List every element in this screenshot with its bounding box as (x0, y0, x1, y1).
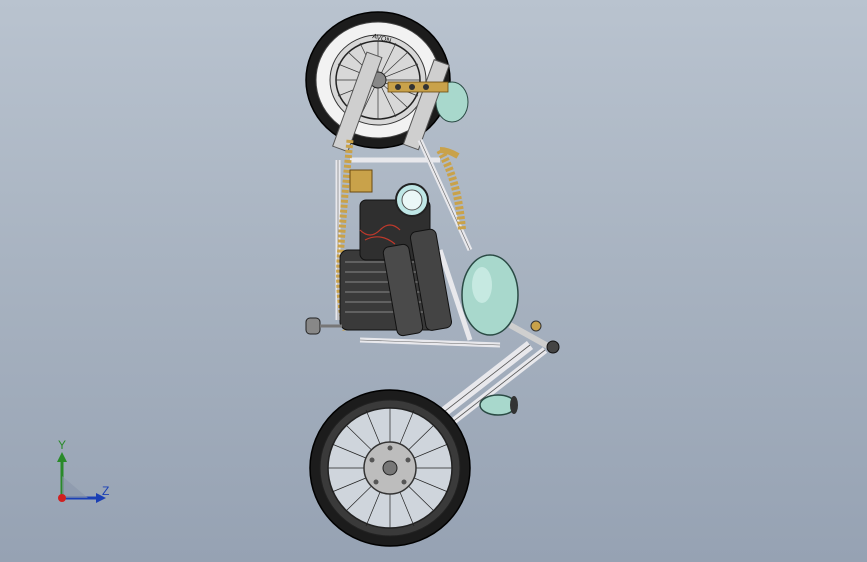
handlebar[interactable] (508, 320, 560, 354)
motorcycle-model[interactable]: AVON (0, 0, 867, 562)
footpeg[interactable] (305, 317, 342, 335)
coordinate-triad-icon: Y Z (44, 436, 124, 516)
headlight[interactable] (479, 394, 518, 416)
fuel-tank[interactable] (461, 254, 519, 336)
speedometer-gauge[interactable] (395, 183, 429, 217)
y-axis-label: Y (58, 438, 67, 452)
z-axis-label: Z (102, 484, 110, 498)
battery-box[interactable] (349, 169, 373, 193)
engine-block[interactable] (339, 199, 453, 337)
graphics-viewport[interactable]: AVON Y Z (0, 0, 867, 562)
front-wheel[interactable] (309, 389, 471, 547)
